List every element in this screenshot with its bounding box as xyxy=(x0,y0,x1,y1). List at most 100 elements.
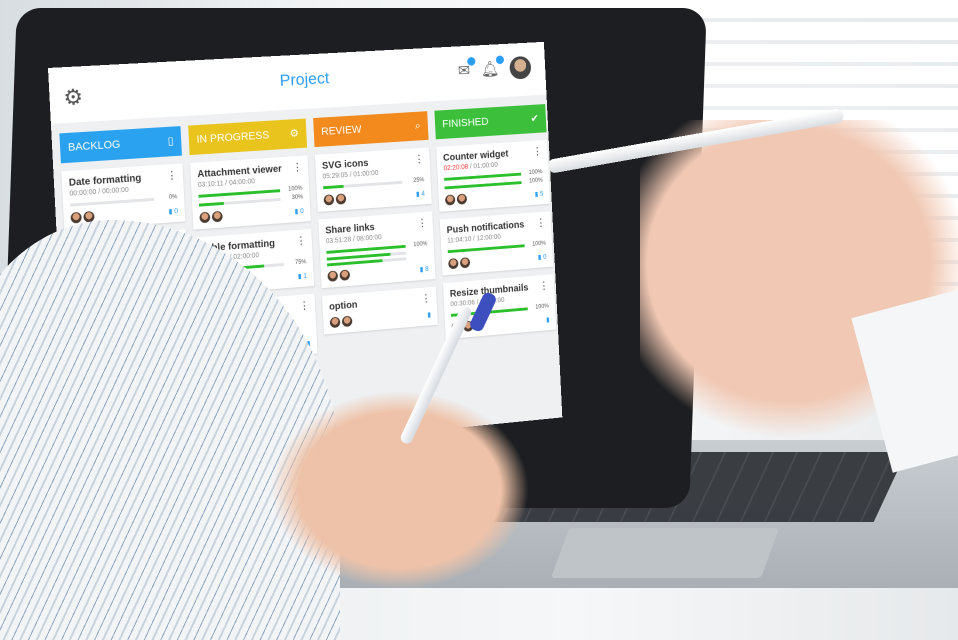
progress-percent: 75% xyxy=(287,259,306,266)
progress-percent: 100% xyxy=(525,178,543,185)
gear-icon[interactable]: ⚙ xyxy=(289,119,300,149)
avatar[interactable] xyxy=(330,317,341,328)
assignees xyxy=(324,193,347,205)
progress-bar xyxy=(448,244,525,253)
more-vertical-icon[interactable]: ⋮ xyxy=(421,292,432,305)
check-icon[interactable]: ✔ xyxy=(530,104,540,133)
card-footer: ▮ 0 xyxy=(199,205,304,223)
column-header[interactable]: FINISHED ✔ xyxy=(434,104,546,139)
more-vertical-icon[interactable]: ⋮ xyxy=(296,234,307,247)
column-header[interactable]: IN PROGRESS ⚙ xyxy=(188,119,307,156)
avatar[interactable] xyxy=(457,194,467,205)
card-footer: ▮ 0 xyxy=(448,251,547,269)
progress-percent xyxy=(410,257,428,258)
card-time-total: 03:10:11 / 04:00:00 xyxy=(198,178,255,189)
assignees xyxy=(445,194,467,206)
avatar[interactable] xyxy=(324,194,335,205)
task-card[interactable]: ⋮Share links03:51:28 / 08:00:00100%▮ 8 xyxy=(318,211,435,288)
progress-fill xyxy=(199,201,224,206)
card-footer: ▮ 5 xyxy=(445,188,544,205)
more-vertical-icon[interactable]: ⋮ xyxy=(292,161,303,174)
column-title: BACKLOG xyxy=(67,130,121,163)
more-vertical-icon[interactable]: ⋮ xyxy=(536,216,546,229)
notification-badge xyxy=(496,55,504,64)
card-time-total: / 01:00:00 xyxy=(468,162,498,171)
progress-fill xyxy=(323,184,343,188)
more-vertical-icon[interactable]: ⋮ xyxy=(166,169,177,182)
progress-bar xyxy=(199,197,281,206)
laptop-trackpad xyxy=(551,528,779,578)
comment-count[interactable]: ▮ 0 xyxy=(538,253,547,261)
column-title: IN PROGRESS xyxy=(196,121,270,155)
card-time-total: 11:04:10 / 12:00:00 xyxy=(447,234,501,245)
comment-count-value: 5 xyxy=(540,190,544,197)
mail-icon[interactable]: ✉ xyxy=(458,61,471,81)
comment-count[interactable]: ▮ 0 xyxy=(168,207,178,216)
progress-percent: 100% xyxy=(409,241,427,248)
assignees xyxy=(330,316,353,328)
assignees xyxy=(199,211,222,223)
column-title: REVIEW xyxy=(321,115,363,146)
column-title: FINISHED xyxy=(442,108,490,139)
task-card[interactable]: ⋮Push notifications11:04:10 / 12:00:0010… xyxy=(440,211,553,275)
search-icon[interactable]: ⌕ xyxy=(414,112,421,141)
card-footer: ▮ xyxy=(330,309,431,328)
comment-count-value: 0 xyxy=(543,253,547,260)
avatar[interactable] xyxy=(448,258,458,269)
comment-count-value: 1 xyxy=(303,272,307,279)
task-card[interactable]: ⋮Counter widget02:20:08 / 01:00:00100%10… xyxy=(436,140,550,212)
task-card[interactable]: ⋮SVG icons05:29:05 / 01:00:0025%▮ 4 xyxy=(315,147,432,211)
progress-percent: 100% xyxy=(531,304,549,311)
card-time-overdue: 02:20:08 xyxy=(443,164,468,172)
task-card[interactable]: ⋮option▮ xyxy=(322,287,438,335)
comment-count[interactable]: ▮ xyxy=(427,310,431,318)
progress-bar xyxy=(323,180,402,188)
avatar[interactable] xyxy=(327,270,338,281)
avatar[interactable] xyxy=(70,212,81,224)
more-vertical-icon[interactable]: ⋮ xyxy=(539,279,549,292)
avatar[interactable] xyxy=(342,316,353,327)
column-review: REVIEW⌕⋮SVG icons05:29:05 / 01:00:0025%▮… xyxy=(313,111,439,366)
avatar[interactable] xyxy=(460,257,470,268)
avatar[interactable] xyxy=(445,194,455,205)
more-vertical-icon[interactable]: ⋮ xyxy=(532,145,542,158)
progress-percent: 100% xyxy=(528,241,546,248)
bell-icon[interactable]: 🔔︎ xyxy=(480,59,499,79)
card-footer: ▮ 4 xyxy=(324,188,426,206)
comment-count[interactable]: ▮ xyxy=(546,315,550,323)
progress-percent: 0% xyxy=(158,194,178,201)
avatar[interactable] xyxy=(199,212,210,224)
progress-bar xyxy=(70,197,154,206)
column-finished: FINISHED✔⋮Counter widget02:20:08 / 01:00… xyxy=(434,104,557,355)
notification-badge xyxy=(467,57,476,66)
progress-percent: 100% xyxy=(525,169,543,176)
progress-percent: 25% xyxy=(406,177,424,184)
comment-count[interactable]: ▮ 5 xyxy=(535,190,544,198)
left-hand xyxy=(270,390,530,590)
clipboard-icon[interactable]: ▯ xyxy=(167,127,174,157)
task-card[interactable]: ⋮Attachment viewer03:10:11 / 04:00:00100… xyxy=(190,155,311,229)
progress-bar xyxy=(445,181,522,189)
more-vertical-icon[interactable]: ⋮ xyxy=(299,299,310,312)
card-time-total: 05:29:05 / 01:00:00 xyxy=(322,170,378,181)
progress-percent: 30% xyxy=(284,194,303,201)
column-header[interactable]: REVIEW ⌕ xyxy=(313,111,428,147)
avatar[interactable] xyxy=(339,269,350,280)
avatar[interactable] xyxy=(212,211,223,223)
comment-count-value: 8 xyxy=(425,266,429,273)
card-time-total: 03:51:28 / 08:00:00 xyxy=(326,234,382,245)
comment-count-value: 4 xyxy=(421,190,425,197)
comment-count[interactable]: ▮ 1 xyxy=(298,271,307,279)
assignees xyxy=(327,269,350,281)
avatar[interactable] xyxy=(336,193,347,204)
column-header[interactable]: BACKLOG ▯ xyxy=(59,126,182,163)
more-vertical-icon[interactable]: ⋮ xyxy=(417,216,428,229)
progress-fill xyxy=(448,244,525,253)
assignees xyxy=(448,257,470,269)
more-vertical-icon[interactable]: ⋮ xyxy=(414,153,425,166)
avatar[interactable] xyxy=(509,56,531,80)
comment-count[interactable]: ▮ 8 xyxy=(420,265,429,273)
comment-count-value: 0 xyxy=(300,208,304,215)
comment-count[interactable]: ▮ 4 xyxy=(416,189,425,197)
comment-count[interactable]: ▮ 0 xyxy=(294,207,303,215)
